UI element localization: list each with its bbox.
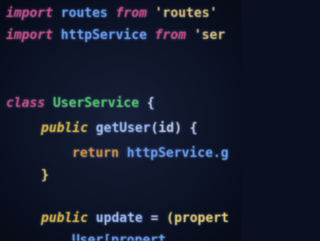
- code-line-getuser-method: public getUser(id) {: [41, 121, 198, 137]
- close-brace: }: [41, 168, 49, 183]
- import-keyword: import: [6, 6, 53, 21]
- code-line-update-method: public update = (propert: [41, 211, 229, 227]
- code-line-import-httpservice: import httpService from 'ser: [6, 28, 225, 44]
- code-line-return: return httpService.g: [72, 146, 229, 162]
- method-name: getUser: [95, 121, 151, 136]
- assign-operator: =: [150, 211, 159, 226]
- from-keyword: from: [115, 6, 147, 21]
- code-line-user-property: User[propert: [72, 233, 166, 241]
- class-keyword: class: [6, 96, 46, 111]
- return-expression: httpService.g: [126, 146, 229, 161]
- class-name: UserService: [52, 96, 140, 111]
- code-editor-screen: import routes from 'routes' import httpS…: [0, 0, 241, 241]
- open-brace: {: [189, 121, 198, 136]
- open-brace: {: [146, 96, 155, 111]
- public-modifier: public: [41, 211, 88, 226]
- method-params: (propert: [166, 211, 229, 226]
- import-name: routes: [60, 6, 108, 21]
- from-keyword: from: [154, 28, 187, 43]
- module-string: 'routes': [154, 6, 218, 21]
- code-line-close-brace: }: [41, 168, 49, 184]
- method-params: (id): [150, 121, 182, 136]
- method-name: update: [95, 211, 143, 226]
- property-expression: User[propert: [72, 233, 166, 241]
- code-line-import-routes: import routes from 'routes': [6, 6, 217, 22]
- code-line-class-declaration: class UserService {: [6, 96, 155, 112]
- module-string: 'ser: [193, 28, 226, 43]
- import-name: httpService: [60, 28, 147, 43]
- public-modifier: public: [41, 121, 88, 136]
- import-keyword: import: [6, 28, 53, 43]
- return-keyword: return: [72, 146, 119, 161]
